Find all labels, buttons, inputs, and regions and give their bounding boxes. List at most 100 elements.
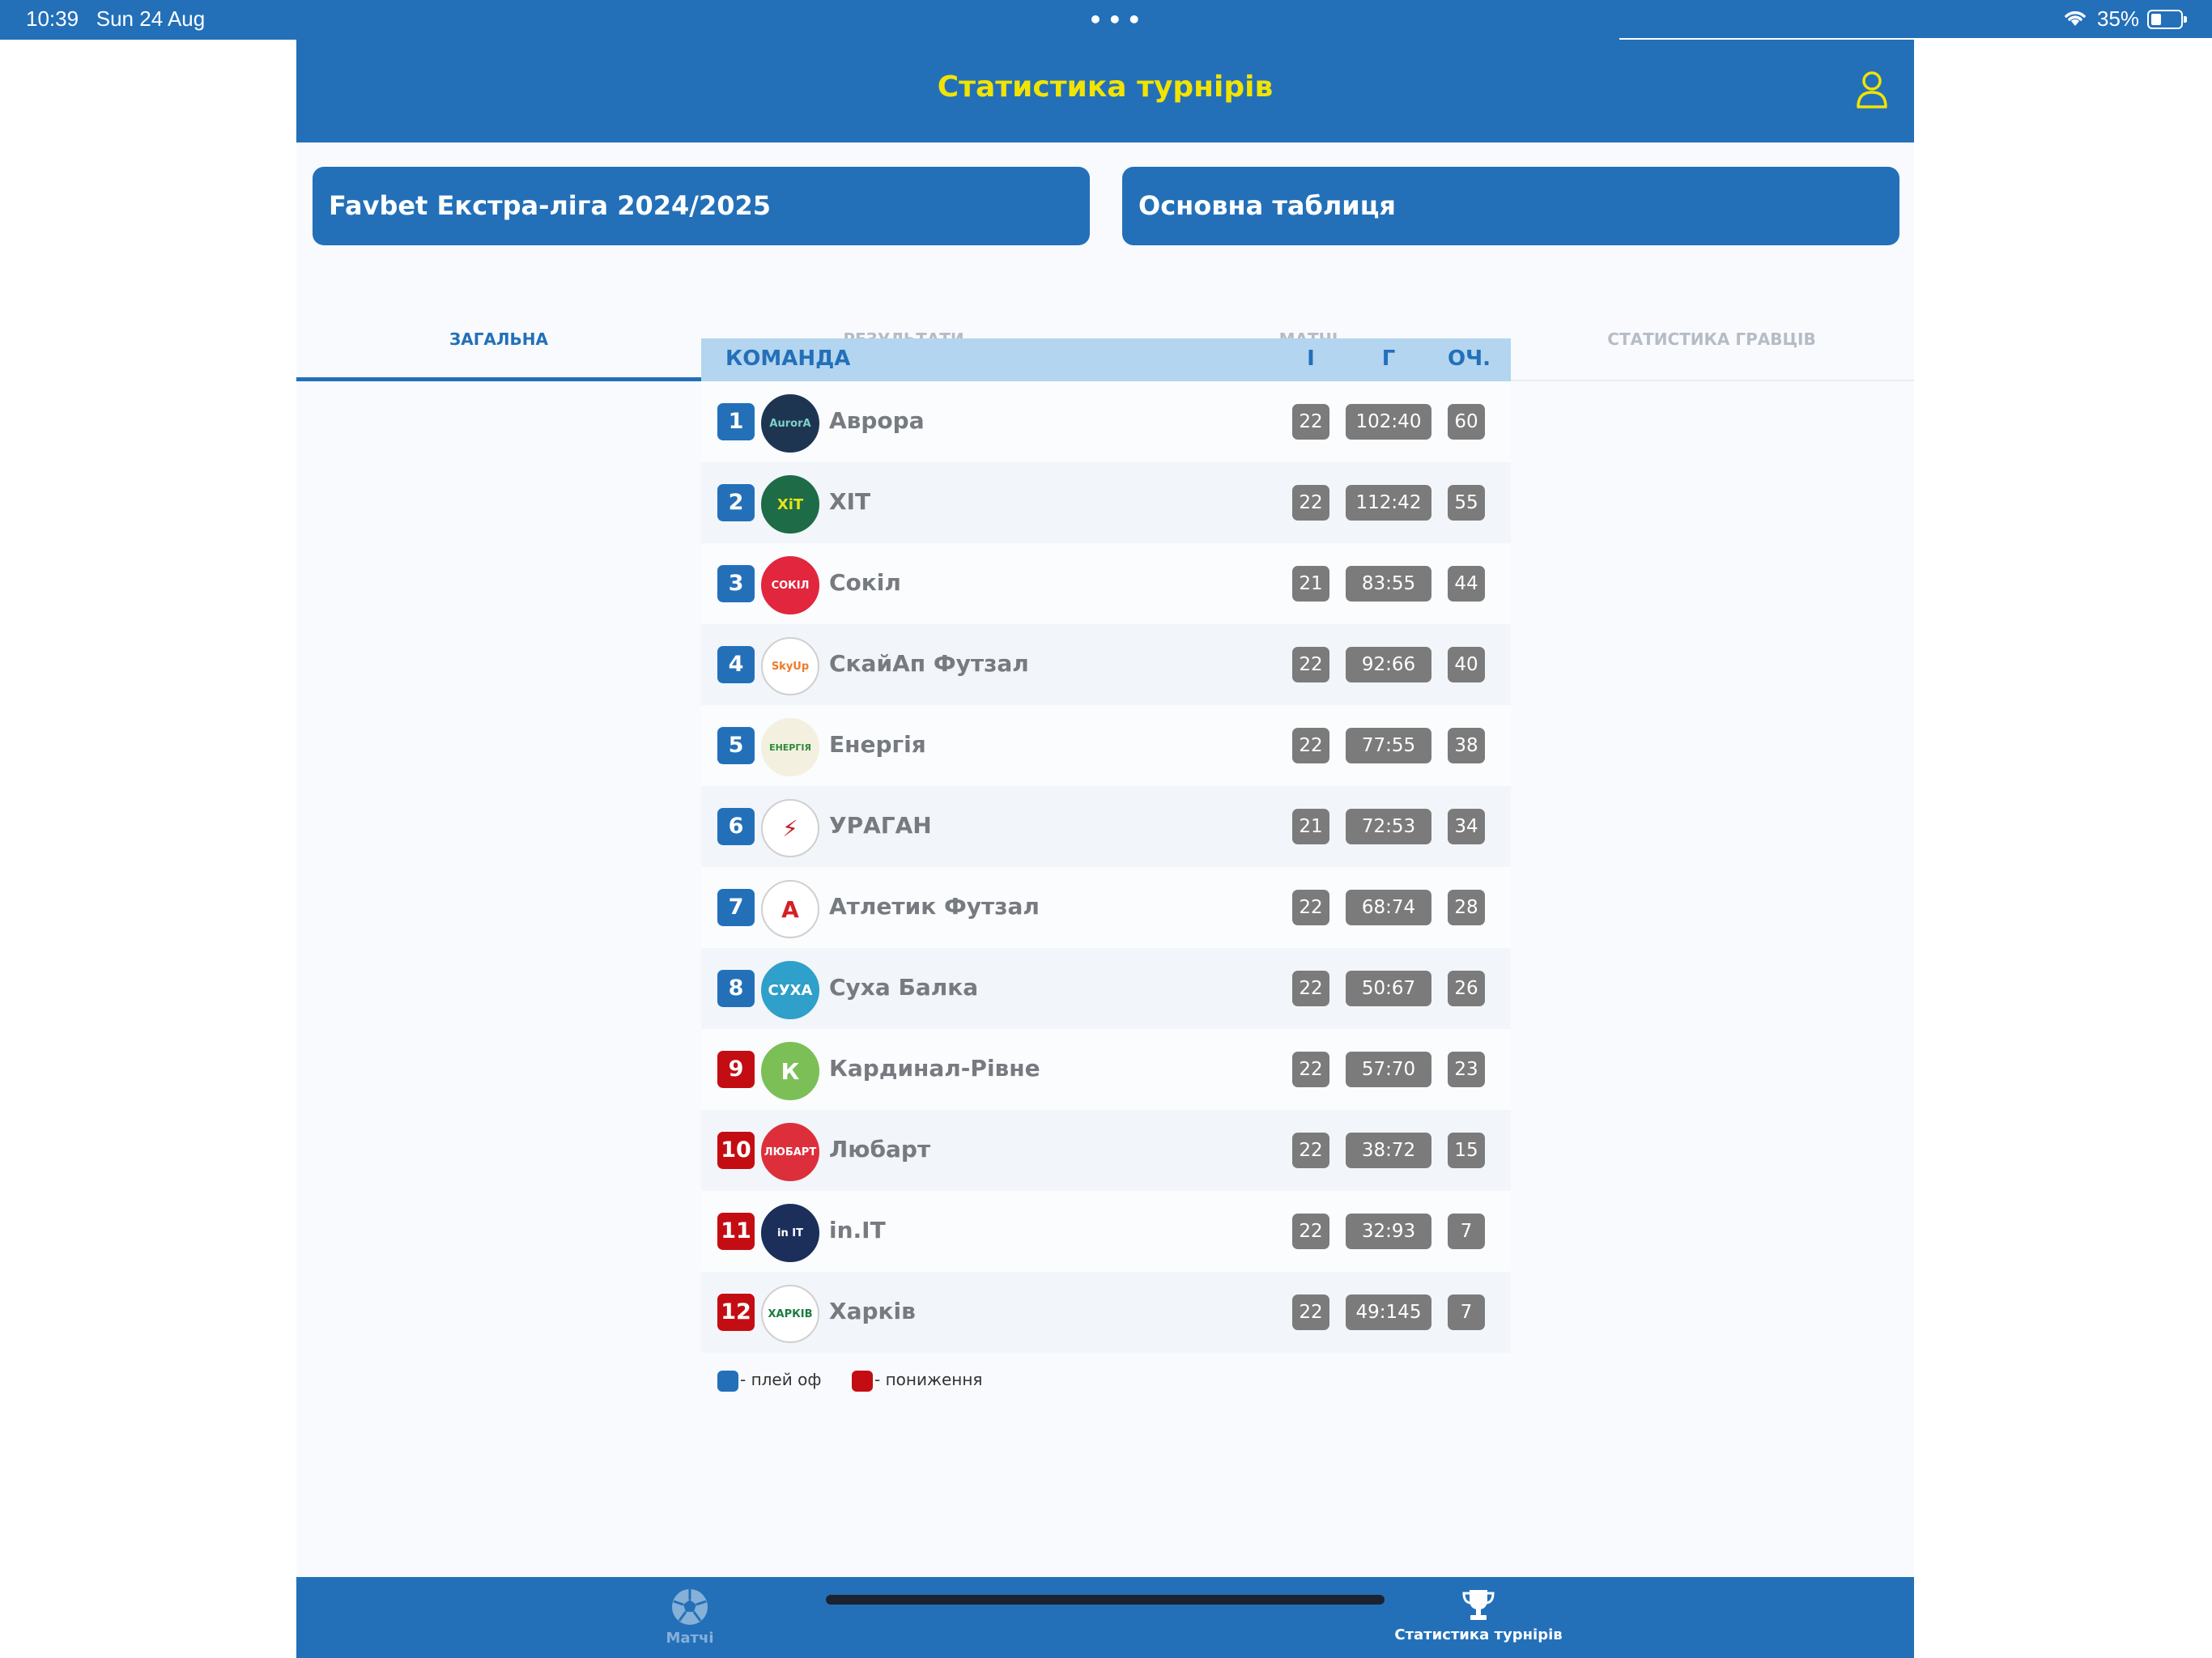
- team-name: Атлетик Футзал: [829, 893, 1040, 920]
- games-played: 22: [1292, 485, 1329, 521]
- battery-icon: [2147, 10, 2187, 29]
- team-logo: in IT: [761, 1204, 819, 1262]
- team-name: Любарт: [829, 1136, 931, 1163]
- rank-badge: 11: [717, 1213, 755, 1250]
- team-logo-text: СОКІЛ: [771, 579, 810, 592]
- games-played: 22: [1292, 1052, 1329, 1087]
- team-name: Суха Балка: [829, 974, 979, 1001]
- rank-badge: 12: [717, 1294, 755, 1331]
- legend-relegation: - пониження: [852, 1370, 982, 1392]
- team-logo-text: XiT: [776, 495, 804, 513]
- bottom-tab-stats[interactable]: Статистика турнірів: [1349, 1577, 1608, 1643]
- tournament-selector[interactable]: Favbet Екстра-ліга 2024/2025: [313, 167, 1090, 245]
- points: 23: [1448, 1052, 1485, 1087]
- points: 60: [1448, 404, 1485, 440]
- team-logo-text: ХАРКІВ: [768, 1307, 813, 1320]
- team-logo-text: SkyUp: [771, 660, 810, 673]
- goals-ratio: 38:72: [1346, 1133, 1431, 1168]
- goals-ratio: 83:55: [1346, 566, 1431, 602]
- points: 7: [1448, 1214, 1485, 1249]
- games-played: 22: [1292, 1295, 1329, 1330]
- status-date: Sun 24 Aug: [96, 6, 206, 31]
- wifi-icon: [2063, 8, 2087, 31]
- app-header: Статистика турнірів: [296, 40, 1914, 142]
- table-row[interactable]: 10 ЛЮБАРТ Любарт 22 38:72 15: [701, 1110, 1511, 1191]
- goals-ratio: 50:67: [1346, 971, 1431, 1006]
- goals-ratio: 112:42: [1346, 485, 1431, 521]
- status-time: 10:39 Sun 24 Aug: [26, 6, 206, 31]
- goals-ratio: 92:66: [1346, 647, 1431, 682]
- user-icon[interactable]: [1856, 70, 1888, 113]
- table-row[interactable]: 2 XiT ХІТ 22 112:42 55: [701, 462, 1511, 543]
- team-logo-text: ЕНЕРГІЯ: [769, 742, 811, 753]
- team-logo-text: К: [781, 1057, 800, 1085]
- table-row[interactable]: 1 AurorA Аврора 22 102:40 60: [701, 381, 1511, 462]
- games-played: 22: [1292, 1214, 1329, 1249]
- team-logo-text: AurorA: [769, 417, 811, 430]
- goals-ratio: 32:93: [1346, 1214, 1431, 1249]
- games-played: 22: [1292, 1133, 1329, 1168]
- team-logo: К: [761, 1042, 819, 1100]
- team-name: Харків: [829, 1298, 916, 1324]
- points: 55: [1448, 485, 1485, 521]
- table-row[interactable]: 4 SkyUp СкайАп Футзал 22 92:66 40: [701, 624, 1511, 705]
- standings-table: КОМАНДА І Г ОЧ. 1 AurorA Аврора 22 102:40 60 2…: [701, 338, 1511, 1353]
- team-name: Кардинал-Рівне: [829, 1055, 1040, 1082]
- header-team: КОМАНДА: [725, 346, 851, 371]
- goals-ratio: 68:74: [1346, 890, 1431, 925]
- rank-badge: 5: [717, 727, 755, 764]
- rank-badge: 1: [717, 403, 755, 440]
- home-indicator[interactable]: [826, 1595, 1385, 1605]
- table-row[interactable]: 6 ⚡ УРАГАН 21 72:53 34: [701, 786, 1511, 867]
- points: 7: [1448, 1295, 1485, 1330]
- rank-badge: 8: [717, 970, 755, 1007]
- goals-ratio: 102:40: [1346, 404, 1431, 440]
- games-played: 21: [1292, 809, 1329, 844]
- team-name: Енергія: [829, 731, 926, 758]
- points: 15: [1448, 1133, 1485, 1168]
- table-row[interactable]: 12 ХАРКІВ Харків 22 49:145 7: [701, 1272, 1511, 1353]
- table-row[interactable]: 7 A Атлетик Футзал 22 68:74 28: [701, 867, 1511, 948]
- bottom-tab-matches[interactable]: Матчі: [609, 1577, 771, 1647]
- team-name: Сокіл: [829, 569, 901, 596]
- trophy-icon: [1349, 1587, 1608, 1628]
- table-selector[interactable]: Основна таблиця: [1122, 167, 1899, 245]
- battery-percent: 35%: [2097, 6, 2140, 31]
- page-title: Статистика турнірів: [937, 70, 1274, 104]
- table-header: КОМАНДА І Г ОЧ.: [701, 338, 1511, 381]
- points: 38: [1448, 728, 1485, 763]
- soccer-ball-icon: [609, 1587, 771, 1631]
- header-games: І: [1307, 346, 1315, 371]
- bottom-tab-matches-label: Матчі: [666, 1630, 714, 1647]
- table-row[interactable]: 5 ЕНЕРГІЯ Енергія 22 77:55 38: [701, 705, 1511, 786]
- legend-relegation-swatch: [852, 1370, 873, 1392]
- team-logo-text: СУХА: [768, 981, 813, 999]
- table-row[interactable]: 8 СУХА Суха Балка 22 50:67 26: [701, 948, 1511, 1029]
- bottom-tab-bar: Матчі Статистика турнірів: [296, 1577, 1914, 1658]
- app-panel: Статистика турнірів Favbet Екстра-ліга 2…: [296, 40, 1914, 1658]
- team-logo: ЛЮБАРТ: [761, 1123, 819, 1181]
- tab-general[interactable]: ЗАГАЛЬНА: [296, 283, 701, 381]
- rank-badge: 2: [717, 484, 755, 521]
- games-played: 21: [1292, 566, 1329, 602]
- team-logo: AurorA: [761, 394, 819, 453]
- team-name: in.IT: [829, 1217, 886, 1244]
- multitask-dots[interactable]: •••: [1088, 6, 1146, 33]
- points: 40: [1448, 647, 1485, 682]
- table-row[interactable]: 3 СОКІЛ Сокіл 21 83:55 44: [701, 543, 1511, 624]
- table-row[interactable]: 11 in IT in.IT 22 32:93 7: [701, 1191, 1511, 1272]
- team-logo: XiT: [761, 475, 819, 534]
- games-played: 22: [1292, 890, 1329, 925]
- team-logo: ЕНЕРГІЯ: [761, 718, 819, 776]
- points: 28: [1448, 890, 1485, 925]
- rank-badge: 3: [717, 565, 755, 602]
- tab-player-stats[interactable]: СТАТИСТИКА ГРАВЦІВ: [1509, 283, 1914, 380]
- games-played: 22: [1292, 728, 1329, 763]
- table-row[interactable]: 9 К Кардинал-Рівне 22 57:70 23: [701, 1029, 1511, 1110]
- team-logo: A: [761, 880, 819, 938]
- rank-badge: 10: [717, 1132, 755, 1169]
- team-name: ХІТ: [829, 488, 871, 515]
- games-played: 22: [1292, 404, 1329, 440]
- bottom-tab-stats-label: Статистика турнірів: [1394, 1626, 1563, 1643]
- team-logo: ⚡: [761, 799, 819, 857]
